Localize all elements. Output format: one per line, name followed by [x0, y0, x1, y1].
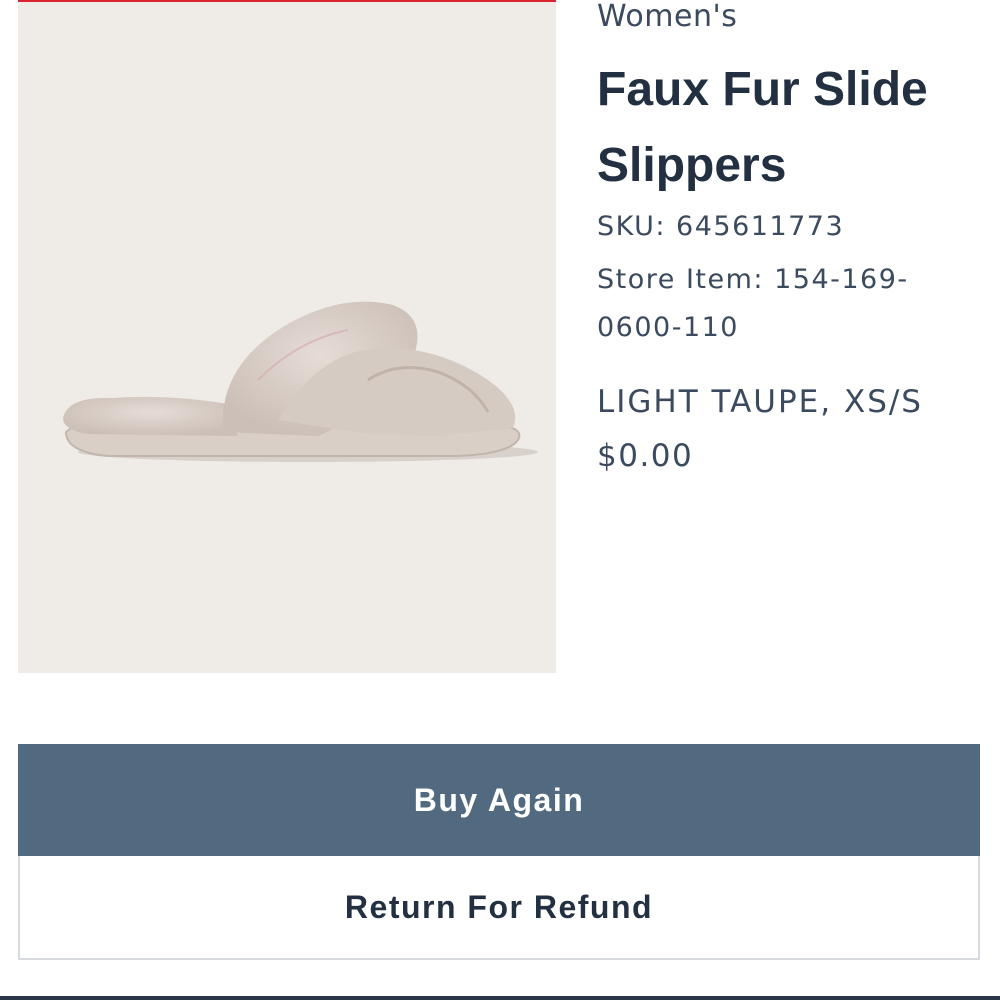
product-image[interactable] [18, 0, 556, 673]
product-variant: LIGHT TAUPE, XS/S [597, 384, 923, 420]
product-department: Women's [597, 0, 738, 34]
product-price: $0.00 [597, 438, 694, 474]
slipper-icon [63, 301, 538, 462]
product-name: Faux Fur Slide Slippers [597, 63, 928, 192]
order-item-detail: Women's Faux Fur Slide Slippers SKU: 645… [0, 0, 1000, 1000]
product-sku: SKU: 645611773 [597, 211, 845, 242]
buy-again-button[interactable]: Buy Again [18, 744, 980, 856]
bottom-divider [0, 996, 1000, 1000]
product-store-item: Store Item: 154-169-0600-110 [597, 264, 909, 343]
return-for-refund-button[interactable]: Return For Refund [18, 856, 980, 960]
